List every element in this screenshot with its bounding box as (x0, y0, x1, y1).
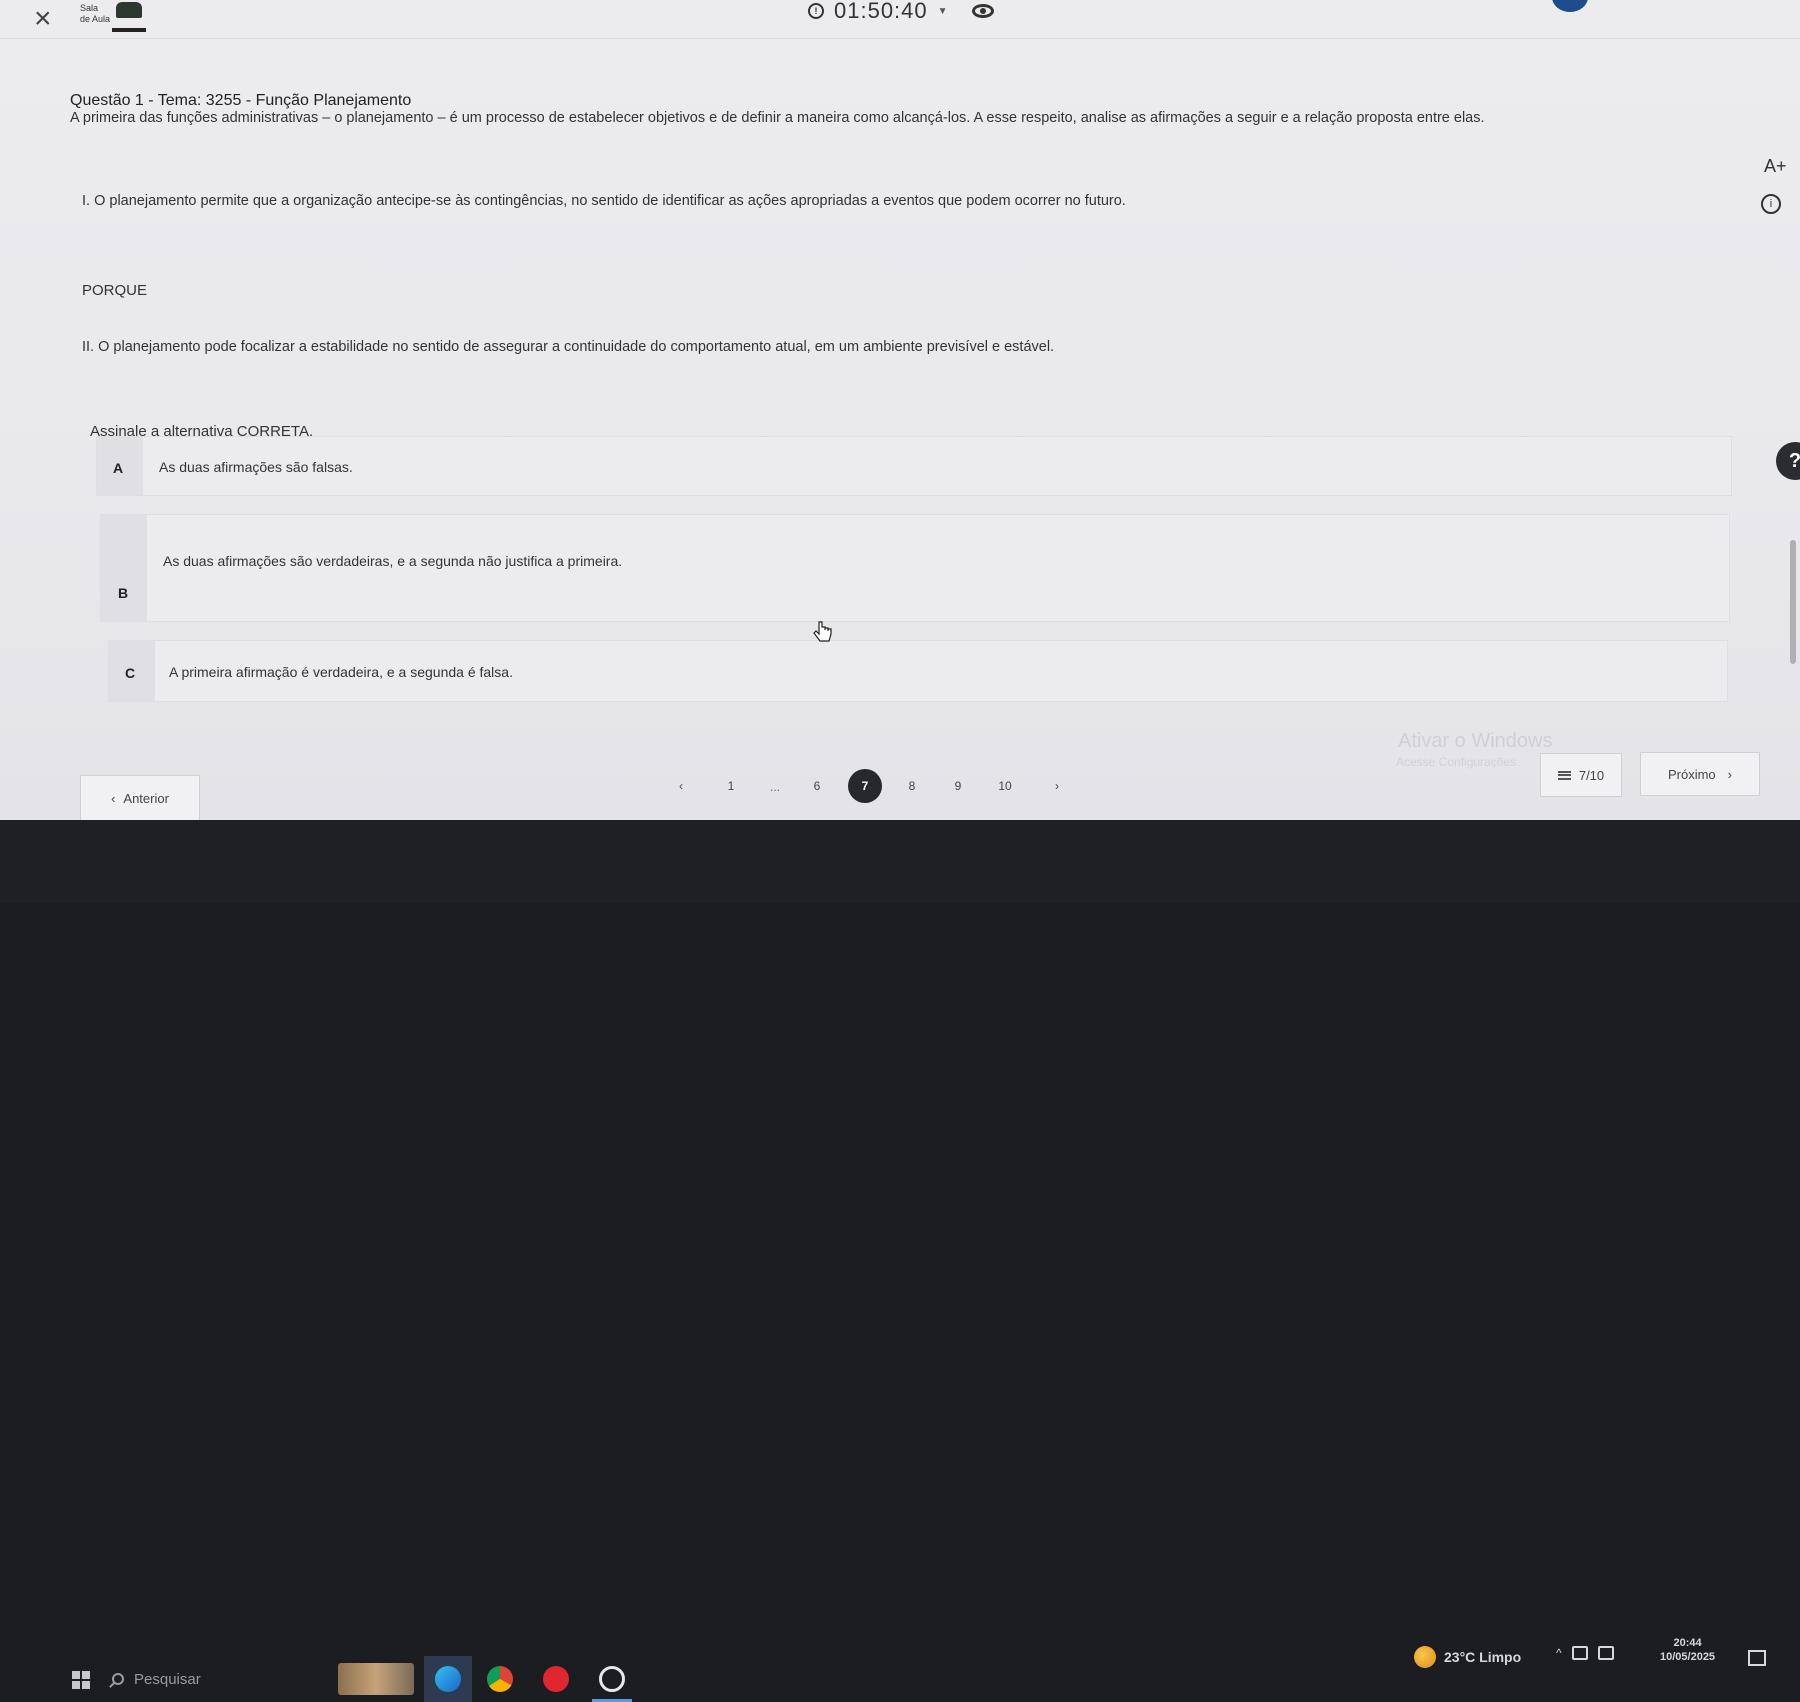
weather-sun-icon (1414, 1646, 1436, 1668)
top-divider (0, 38, 1800, 39)
taskbar-opera[interactable] (532, 1656, 580, 1702)
pager-page-6[interactable]: 6 (800, 768, 834, 804)
chevron-right-icon: › (1055, 779, 1059, 793)
tray-chevron-up-icon[interactable]: ^ (1556, 1646, 1562, 1660)
activate-windows-watermark: Ativar o Windows (1398, 730, 1553, 752)
previous-button-label: Anterior (123, 790, 169, 806)
option-letter: C (125, 665, 136, 681)
edge-icon (435, 1666, 461, 1692)
question-progress: 7/10 (1578, 767, 1605, 783)
current-page-number: 7 (848, 769, 882, 803)
pager-page-9[interactable]: 9 (941, 768, 975, 804)
pager-page-7-current[interactable]: 7 (848, 768, 882, 804)
question-list-button[interactable]: 7/10 (1540, 753, 1622, 797)
windows-start-icon[interactable] (72, 1671, 90, 1689)
porque-connector: PORQUE (82, 282, 148, 299)
pager-prev[interactable]: ‹ (664, 768, 698, 804)
option-letter-cell (101, 515, 147, 621)
graduation-cap-icon (116, 2, 142, 18)
chevron-left-icon: ‹ (679, 779, 683, 793)
next-button[interactable]: Próximo › (1640, 752, 1760, 796)
previous-button[interactable]: ‹ Anterior (80, 775, 200, 820)
taskbar-edge[interactable] (424, 1656, 472, 1702)
option-c[interactable]: C A primeira afirmação é verdadeira, e a… (108, 640, 1728, 702)
notification-icon[interactable] (1748, 1650, 1766, 1666)
avatar[interactable] (1552, 0, 1588, 12)
windows-taskbar: Pesquisar 23°C Limpo ^ 20:44 10/05/2025 (0, 820, 1800, 1702)
list-icon (1557, 770, 1571, 780)
logo-line1: Sala (80, 3, 99, 13)
info-icon[interactable]: i (1761, 194, 1781, 214)
question-intro: A primeira das funções administrativas –… (70, 110, 1485, 126)
scrollbar[interactable] (1790, 540, 1796, 664)
sala-de-aula-logo: Sala de Aula (80, 2, 146, 34)
option-text: As duas afirmações são falsas. (159, 459, 353, 475)
logo-line2: de Aula (80, 14, 111, 24)
next-button-label: Próximo (1667, 766, 1716, 782)
activate-windows-subtext: Acesse Configurações (1396, 755, 1517, 769)
pager-ellipsis: ... (770, 780, 781, 794)
chevron-right-icon: › (1727, 766, 1733, 782)
page-number: 9 (954, 779, 962, 793)
option-letter: A (113, 460, 124, 476)
eye-icon[interactable] (971, 4, 994, 18)
option-text: As duas afirmações são verdadeiras, e a … (163, 553, 623, 569)
question-title: Questão 1 - Tema: 3255 - Função Planejam… (70, 92, 412, 109)
weather-text: 23°C Limpo (1444, 1649, 1522, 1665)
search-icon (112, 1673, 124, 1685)
pager-next[interactable]: › (1040, 768, 1074, 804)
taskbar-search-placeholder: Pesquisar (134, 1670, 201, 1688)
taskbar-app[interactable] (588, 1656, 636, 1702)
font-size-increase-icon[interactable]: A+ (1764, 156, 1787, 177)
taskbar-search[interactable]: Pesquisar (112, 1662, 342, 1696)
timer-group: ! 01:50:40 ▼ (808, 0, 994, 24)
option-a[interactable]: A As duas afirmações são falsas. (96, 436, 1732, 496)
network-icon[interactable] (1571, 1646, 1588, 1660)
taskbar-chrome[interactable] (476, 1656, 524, 1702)
chevron-left-icon: ‹ (111, 790, 116, 806)
exam-screen: × Sala de Aula ! 01:50:40 ▼ Questão 1 - … (0, 0, 1800, 820)
exam-timer: 01:50:40 (834, 0, 928, 23)
page-number: 8 (908, 779, 916, 793)
page-number: 10 (998, 779, 1012, 793)
pager-page-8[interactable]: 8 (895, 768, 929, 804)
help-icon[interactable]: ? (1776, 442, 1800, 480)
option-text: A primeira afirmação é verdadeira, e a s… (169, 664, 513, 680)
search-highlight-image[interactable] (338, 1663, 414, 1695)
clock-date: 10/05/2025 (1660, 1651, 1716, 1663)
timer-icon: ! (808, 3, 824, 19)
option-b[interactable]: B As duas afirmações são verdadeiras, e … (100, 514, 1730, 622)
pager-page-10[interactable]: 10 (988, 768, 1022, 804)
chrome-icon (487, 1666, 513, 1692)
system-tray: ^ (1556, 1646, 1614, 1660)
app-icon (599, 1666, 625, 1692)
clock-time: 20:44 (1673, 1637, 1702, 1649)
page-number: 6 (813, 779, 821, 793)
logo-underline (112, 28, 146, 32)
opera-icon (543, 1666, 569, 1692)
pager-page-1[interactable]: 1 (714, 768, 748, 804)
taskbar-weather[interactable]: 23°C Limpo (1414, 1646, 1521, 1668)
close-icon[interactable]: × (34, 4, 52, 34)
option-letter: B (118, 585, 129, 601)
taskbar-clock[interactable]: 20:44 10/05/2025 (1660, 1636, 1715, 1664)
hand-cursor-icon (813, 621, 832, 642)
page-number: 1 (727, 779, 735, 793)
volume-icon[interactable] (1597, 1646, 1614, 1660)
statement-1: I. O planejamento permite que a organiza… (82, 193, 1126, 209)
chevron-down-icon[interactable]: ▼ (938, 6, 948, 17)
top-bar: × Sala de Aula ! 01:50:40 ▼ (0, 0, 1800, 40)
statement-2: II. O planejamento pode focalizar a esta… (82, 339, 1055, 355)
